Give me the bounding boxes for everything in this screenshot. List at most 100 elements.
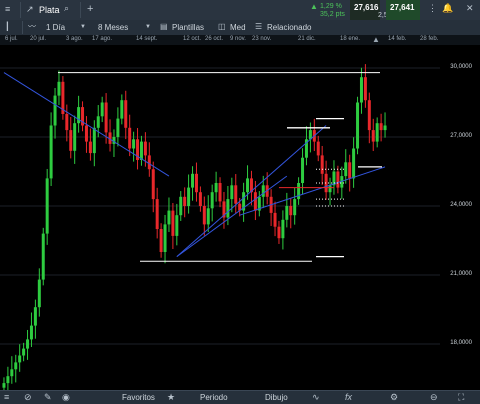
candle xyxy=(371,130,375,142)
price-label: 30,0000 xyxy=(450,64,472,70)
candle xyxy=(92,127,96,154)
cancel-icon[interactable]: ⊘ xyxy=(24,393,32,402)
candle xyxy=(26,339,30,349)
candle xyxy=(10,369,14,377)
settings-icon[interactable]: ⚙ xyxy=(390,393,398,402)
templates-button[interactable]: Plantillas xyxy=(172,24,204,32)
candle xyxy=(14,362,18,370)
chart-icon[interactable]: ↗ xyxy=(26,5,34,14)
candle xyxy=(37,279,41,308)
date-label: 21 dic. xyxy=(298,36,316,42)
bottom-toolbar: ≡ ⊘ ✎ ◉ Favoritos ★ Periodo Dibujo ∿ fx … xyxy=(0,390,480,404)
menu-icon[interactable]: ≡ xyxy=(5,5,10,14)
candlestick-icon[interactable]: ┃ xyxy=(5,23,10,31)
candle xyxy=(348,162,352,179)
add-icon[interactable]: + xyxy=(87,4,93,15)
zoom-out-icon[interactable]: ⊖ xyxy=(430,393,438,402)
candle xyxy=(171,210,175,236)
indicator-icon: ◫ xyxy=(218,22,226,31)
candle xyxy=(194,173,198,193)
chevron-down-icon: ▼ xyxy=(80,24,86,30)
interval-select[interactable]: 1 Día xyxy=(46,24,65,32)
formula-icon[interactable]: ∿ xyxy=(312,393,320,402)
line-chart-icon[interactable]: 〰 xyxy=(28,23,36,31)
period-button[interactable]: Periodo xyxy=(200,394,228,402)
related-button[interactable]: Relacionado xyxy=(267,24,311,32)
buy-price: 27,641 xyxy=(390,3,415,12)
candle xyxy=(383,125,387,131)
candle xyxy=(359,77,363,103)
menu-icon[interactable]: ≡ xyxy=(4,393,9,402)
date-axis: 6 jul. 20 jul. 3 ago. 17 ago. 14 sept. 12 oct… xyxy=(0,35,480,45)
candle xyxy=(293,199,297,216)
search-icon[interactable]: ⌕ xyxy=(64,4,69,13)
related-icon: ☰ xyxy=(255,22,263,31)
drawing-button[interactable]: Dibujo xyxy=(265,394,288,402)
candle xyxy=(147,155,151,170)
candle xyxy=(226,199,230,218)
date-label: 20 jul. xyxy=(30,36,47,42)
candle xyxy=(41,233,45,280)
chart-canvas[interactable] xyxy=(0,45,480,390)
candle xyxy=(218,183,222,202)
expand-icon[interactable]: ⛶ xyxy=(458,393,464,402)
date-label: 9 nov. xyxy=(230,36,246,42)
candle xyxy=(69,130,73,151)
candle xyxy=(367,100,371,131)
candle xyxy=(356,102,360,149)
candle xyxy=(379,123,383,131)
candle xyxy=(352,148,356,179)
price-label: 21,0000 xyxy=(450,271,472,277)
candle xyxy=(77,107,81,124)
date-label: 6 jul. xyxy=(5,36,18,42)
candle xyxy=(206,208,210,225)
divider xyxy=(22,21,23,34)
candle xyxy=(297,183,301,200)
candle xyxy=(273,212,277,227)
change-percent: 1,29 % xyxy=(320,3,342,10)
candle xyxy=(301,157,305,183)
candle xyxy=(139,141,143,160)
candle xyxy=(281,219,285,239)
candle xyxy=(29,325,33,340)
date-label: 26 oct. xyxy=(205,36,224,42)
candle xyxy=(2,383,6,388)
price-label: 24,0000 xyxy=(450,202,472,208)
candle xyxy=(104,102,108,133)
price-label: 27,0000 xyxy=(450,133,472,139)
range-select[interactable]: 8 Meses xyxy=(98,24,128,32)
candle xyxy=(214,183,218,193)
candle xyxy=(33,307,37,326)
price-chart[interactable]: 30,0000 27,0000 24,0000 21,0000 18,0000 xyxy=(0,45,480,390)
candle xyxy=(151,169,155,200)
bell-icon[interactable]: 🔔 xyxy=(442,4,453,13)
date-label: 18 ene. xyxy=(340,36,361,42)
date-label: 3 ago. xyxy=(66,36,83,42)
star-icon[interactable]: ★ xyxy=(167,393,175,402)
visibility-icon[interactable]: ◉ xyxy=(62,393,70,402)
candle xyxy=(53,95,57,126)
more-icon[interactable]: ⋮ xyxy=(428,4,437,13)
chart-toolbar: ┃ 〰 1 Día ▼ 8 Meses ▼ ▤ Plantillas ◫ Med… xyxy=(0,20,480,36)
candle xyxy=(88,141,92,154)
price-axis xyxy=(440,45,480,390)
candle xyxy=(210,192,214,209)
candle xyxy=(179,196,183,216)
candle xyxy=(191,173,195,188)
arrow-up-icon: ▲ xyxy=(310,2,318,11)
indicator-button[interactable]: Med xyxy=(230,24,246,32)
fx-icon[interactable]: fx xyxy=(345,393,352,402)
chevron-down-icon: ▼ xyxy=(145,24,151,30)
candle xyxy=(163,224,167,252)
instrument-name[interactable]: Plata xyxy=(39,6,60,15)
candle xyxy=(57,81,61,96)
divider xyxy=(80,2,81,18)
candle xyxy=(344,162,348,177)
candle xyxy=(183,196,187,206)
favorites-button[interactable]: Favoritos xyxy=(122,394,155,402)
candle xyxy=(143,141,147,156)
candle xyxy=(120,100,124,119)
lock-icon[interactable]: ▲ xyxy=(372,35,380,44)
pencil-icon[interactable]: ✎ xyxy=(44,393,52,402)
close-icon[interactable]: ✕ xyxy=(466,4,474,13)
